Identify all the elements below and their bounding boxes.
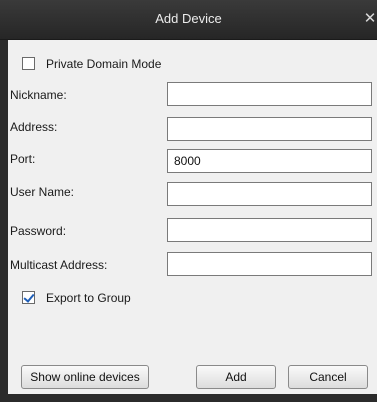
password-label: Password: [10, 224, 67, 238]
close-icon[interactable]: ✕ [361, 8, 377, 28]
private-domain-label: Private Domain Mode [46, 57, 162, 71]
password-field[interactable] [167, 218, 372, 242]
nickname-label: Nickname: [10, 88, 67, 102]
nickname-field[interactable] [167, 82, 372, 106]
export-to-group-label: Export to Group [46, 291, 131, 305]
cancel-button[interactable]: Cancel [288, 365, 368, 389]
title-bar[interactable]: Add Device ✕ [0, 0, 377, 40]
private-domain-checkbox[interactable] [22, 57, 35, 70]
export-to-group-checkbox[interactable] [22, 291, 35, 304]
add-device-dialog: Add Device ✕ Private Domain Mode Nicknam… [0, 0, 377, 402]
dialog-title: Add Device [155, 11, 222, 26]
address-field[interactable] [167, 117, 372, 141]
username-label: User Name: [10, 185, 75, 199]
show-online-devices-button[interactable]: Show online devices [21, 365, 149, 389]
multicast-address-field[interactable] [167, 252, 372, 276]
multicast-address-label: Multicast Address: [10, 258, 108, 272]
address-label: Address: [10, 120, 58, 134]
port-label: Port: [10, 152, 36, 166]
add-button[interactable]: Add [196, 365, 276, 389]
port-field[interactable] [167, 149, 372, 173]
dialog-body: Private Domain Mode Nickname: Address: P… [8, 40, 377, 394]
username-field[interactable] [167, 182, 372, 206]
